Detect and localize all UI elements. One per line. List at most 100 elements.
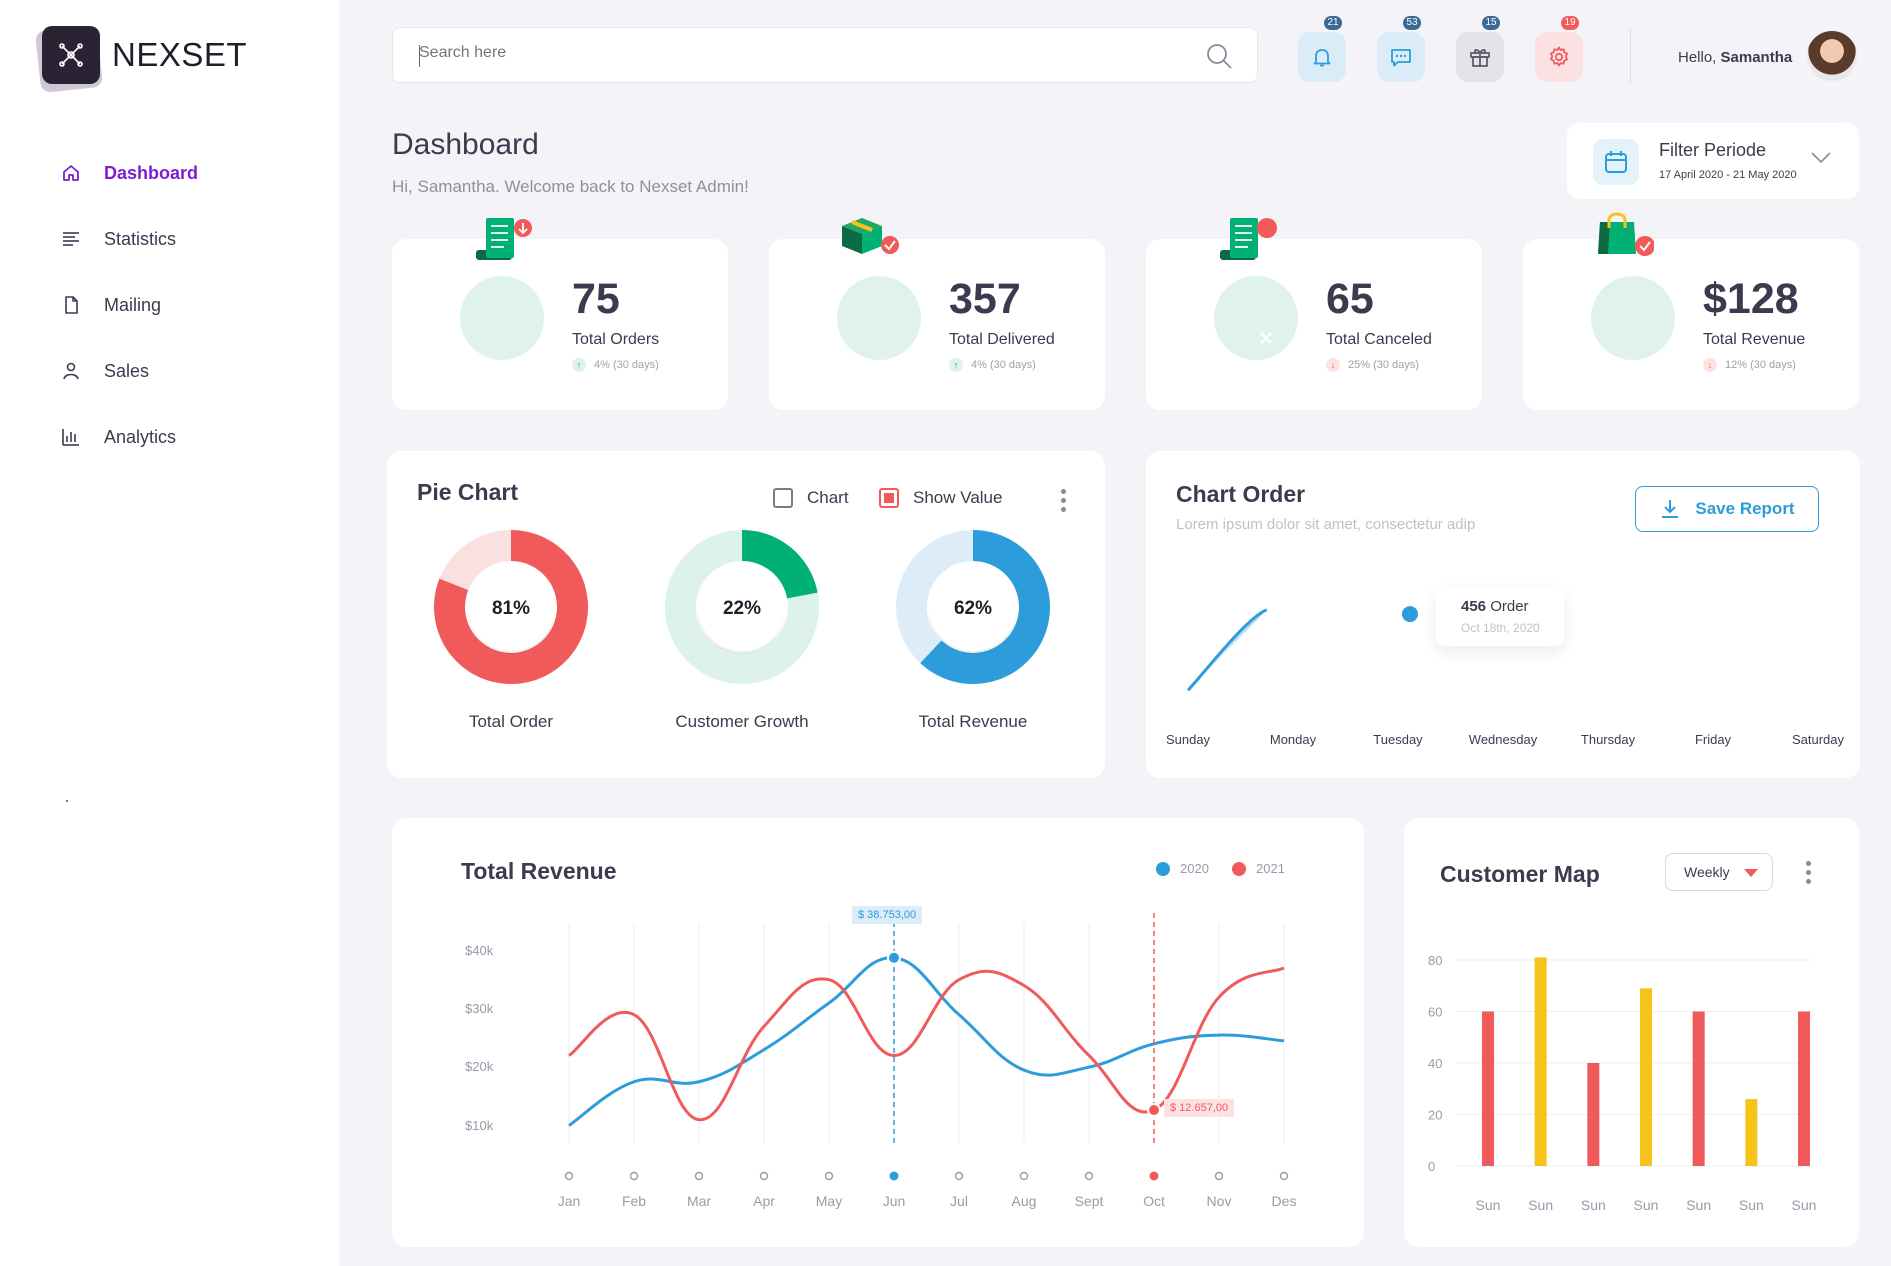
area-line: [1186, 608, 1268, 692]
donut-label-total-revenue: Total Revenue: [918, 712, 1028, 731]
bar: [1798, 1011, 1810, 1166]
search-icon[interactable]: [1205, 42, 1233, 75]
search-input[interactable]: [419, 44, 1179, 62]
tooltip-number: 456: [1461, 598, 1487, 615]
x-axis-label: Sunday: [1165, 732, 1211, 747]
user-greeting: Hello, Samantha: [1678, 49, 1792, 66]
x-axis-label: Sun: [1686, 1197, 1711, 1213]
chat-icon: [1391, 49, 1411, 67]
annotation-label: $ 12.657,00: [1164, 1099, 1235, 1118]
filter-date-range: 17 April 2020 - 21 May 2020: [1659, 169, 1797, 181]
x-marker: [1084, 1171, 1094, 1181]
gifts-button[interactable]: 15: [1456, 16, 1504, 82]
x-axis-label: Des: [1271, 1193, 1297, 1209]
series-line-2021: [568, 966, 1285, 1122]
sidebar-item-analytics[interactable]: Analytics: [60, 404, 198, 470]
search-bar[interactable]: [392, 27, 1258, 83]
message-count-badge: 53: [1403, 16, 1421, 30]
x-axis-label: Jun: [882, 1193, 906, 1209]
x-axis-label: Sun: [1581, 1197, 1606, 1213]
stat-change: ↑ 4% (30 days): [572, 358, 659, 372]
stat-change-text: 25% (30 days): [1348, 359, 1419, 371]
x-axis-label: Wednesday: [1468, 732, 1538, 747]
x-marker: [564, 1171, 574, 1181]
messages-button[interactable]: 53: [1377, 16, 1425, 82]
save-report-label: Save Report: [1695, 499, 1795, 518]
x-marker: [1279, 1171, 1289, 1181]
stat-label: Total Orders: [572, 331, 660, 348]
x-axis-label: May: [815, 1193, 843, 1209]
x-axis-label: Tuesday: [1373, 732, 1423, 747]
canceled-list-icon: [1220, 218, 1277, 260]
stat-circle: [1591, 276, 1675, 360]
x-marker: [694, 1171, 704, 1181]
total-revenue-card: Total Revenue: [392, 818, 1364, 1247]
x-axis-label: Jul: [950, 1193, 968, 1209]
user-name: Samantha: [1720, 49, 1793, 66]
gift-count-badge: 15: [1482, 16, 1500, 30]
highlight-point: [1398, 602, 1422, 627]
stat-label: Total Revenue: [1703, 331, 1806, 348]
filter-periode-dropdown[interactable]: Filter Periode 17 April 2020 - 21 May 20…: [1567, 123, 1859, 199]
period-select-value: Weekly: [1684, 864, 1730, 880]
donut-value: 22%: [723, 598, 761, 619]
notifications-button[interactable]: 21: [1298, 16, 1346, 82]
stat-change: ↓ 25% (30 days): [1326, 358, 1419, 372]
trend-up-icon: ↑: [949, 358, 963, 372]
sidebar-item-label: Analytics: [104, 426, 177, 447]
bar: [1587, 1063, 1600, 1166]
network-icon: [59, 43, 83, 67]
sidebar-item-statistics[interactable]: Statistics: [60, 206, 198, 272]
x-axis-label: Sun: [1634, 1197, 1659, 1213]
x-axis-label: Sept: [1074, 1193, 1104, 1209]
x-marker: [824, 1171, 834, 1181]
chart-order-subtitle: Lorem ipsum dolor sit amet, consectetur …: [1176, 516, 1476, 533]
x-marker-active: [889, 1171, 899, 1181]
settings-button[interactable]: 19: [1535, 16, 1583, 82]
y-axis-label: 60: [1428, 1005, 1442, 1020]
sidebar-dot: [66, 800, 68, 802]
stat-label: Total Canceled: [1326, 331, 1432, 348]
annotation-label: $ 38.753,00: [852, 906, 923, 924]
stat-value: 65: [1326, 275, 1374, 323]
order-list-icon: [476, 218, 532, 260]
brand-logo[interactable]: NEXSET: [34, 24, 248, 94]
legend-label: 2020: [1180, 861, 1209, 876]
x-axis-label: Jan: [557, 1193, 581, 1209]
avatar[interactable]: [1807, 31, 1857, 81]
calendar-icon: [1593, 139, 1639, 185]
x-marker: [954, 1171, 964, 1181]
bar: [1482, 1011, 1494, 1166]
trend-up-icon: ↑: [572, 358, 586, 372]
filter-title: Filter Periode: [1659, 140, 1767, 160]
sidebar-item-dashboard[interactable]: Dashboard: [60, 140, 198, 206]
download-icon: [1662, 500, 1679, 518]
bar: [1745, 1099, 1758, 1166]
bar: [1692, 1011, 1705, 1166]
logo-mark: [34, 24, 104, 94]
stat-change: ↓ 12% (30 days): [1703, 358, 1796, 372]
stat-card-total-revenue: $128 Total Revenue ↓ 12% (30 days): [1523, 239, 1859, 410]
x-axis-label: Saturday: [1791, 732, 1845, 747]
text-cursor: [419, 45, 420, 67]
donut-value: 81%: [492, 598, 530, 619]
sidebar-item-mailing[interactable]: Mailing: [60, 272, 198, 338]
period-select[interactable]: Weekly: [1665, 853, 1773, 891]
sidebar-item-sales[interactable]: Sales: [60, 338, 198, 404]
y-axis-label: 80: [1428, 953, 1442, 968]
bar-chart-icon: [60, 426, 82, 448]
donut-label-total-order: Total Order: [468, 712, 554, 731]
y-axis-label: $30k: [465, 1000, 494, 1016]
sidebar-item-label: Statistics: [104, 228, 177, 249]
stat-circle: [837, 276, 921, 360]
topbar-divider: [1630, 28, 1631, 84]
y-axis-label: 40: [1428, 1056, 1442, 1071]
legend-item-2020: 2020: [1156, 861, 1209, 876]
brand-name: NEXSET: [112, 36, 248, 73]
gift-icon: [1470, 49, 1490, 67]
trend-down-icon: ↓: [1703, 358, 1717, 372]
y-axis-label: $20k: [465, 1059, 494, 1075]
save-report-button[interactable]: Save Report: [1635, 486, 1819, 532]
x-marker: [759, 1171, 769, 1181]
sidebar-nav: Dashboard Statistics Mailing Sales Analy…: [60, 140, 198, 470]
